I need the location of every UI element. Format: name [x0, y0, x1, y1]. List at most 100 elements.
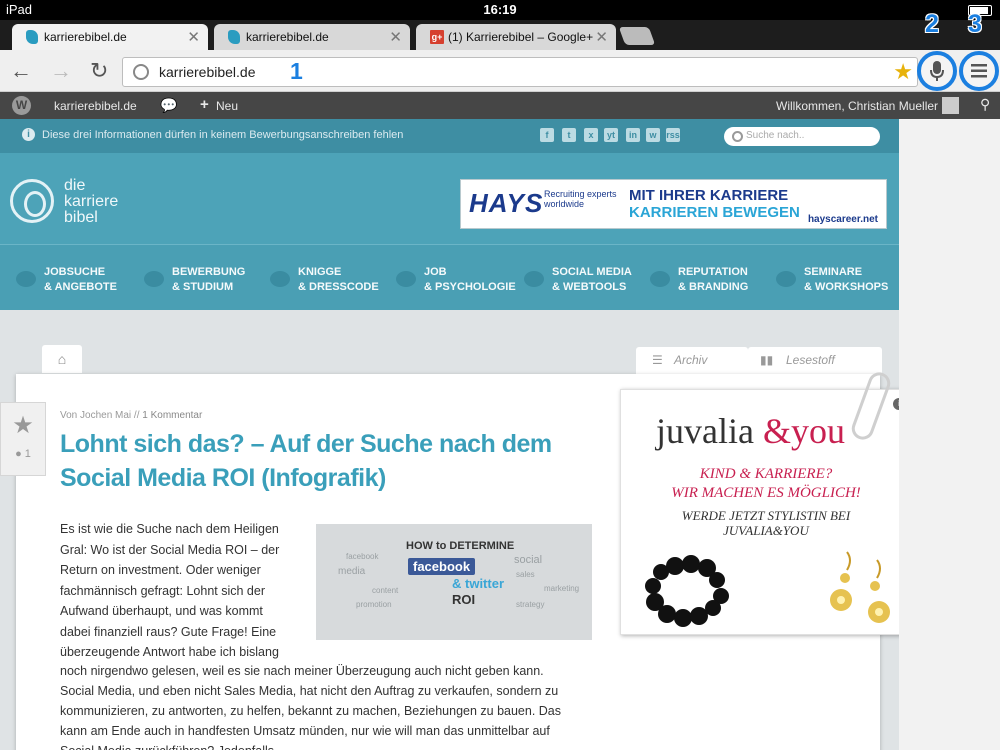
ad-brand: juvalia &you [656, 410, 845, 452]
nav-job[interactable]: JOB & PSYCHOLOGIE [392, 265, 516, 295]
menu-button[interactable] [959, 51, 999, 91]
xing-icon[interactable]: x [584, 128, 598, 142]
article-continued: noch nirgendwo gelesen, weil es sie nach… [60, 661, 590, 750]
nav-reputation[interactable]: REPUTATION & BRANDING [646, 265, 748, 295]
voice-search-button[interactable] [917, 51, 957, 91]
ad-brand-juvalia: juvalia [656, 411, 754, 451]
tab-label: (1) Karrierebibel – Google+ [448, 30, 594, 44]
microphone-icon [930, 61, 944, 81]
hays-logo: HAYS [469, 188, 544, 218]
wordcloud-word: sales [516, 570, 535, 579]
hat-icon [270, 271, 290, 287]
site-header: die karriere bibel HAYS Recruiting exper… [0, 153, 899, 244]
text-line: Gral: Wo ist der Social Media ROI – der [60, 542, 280, 557]
comments-link[interactable]: 1 Kommentar [142, 410, 202, 421]
favicon-icon [228, 30, 240, 44]
nav-label: KNIGGE [298, 266, 342, 278]
close-tab-icon[interactable]: ✕ [187, 28, 200, 46]
star-icon[interactable]: ★ [1, 411, 45, 440]
nav-label: SEMINARE [804, 266, 863, 278]
nav-jobsuche[interactable]: JOBSUCHE & ANGEBOTE [12, 265, 117, 295]
hays-line-1: MIT IHRER KARRIERE [629, 187, 789, 204]
bookmark-star-icon[interactable]: ★ [893, 59, 913, 85]
clock: 16:19 [483, 2, 517, 17]
tab-label: karrierebibel.de [44, 30, 127, 44]
text-line: Social Media, und eben nicht Sales Media… [60, 684, 559, 698]
site-logo-text[interactable]: die karriere bibel [64, 178, 118, 226]
facebook-icon[interactable]: f [540, 128, 554, 142]
logo-word-karriere: karriere [64, 193, 119, 210]
home-tab[interactable]: ⌂ [42, 345, 82, 373]
tab-karrierebibel-2[interactable]: karrierebibel.de ✕ [214, 24, 410, 50]
info-icon: i [22, 128, 35, 141]
comment-count[interactable]: ● 1 [1, 448, 45, 460]
text-line: kommunizieren, zu antworten, zu helfen, … [60, 704, 562, 718]
text-line: kann am Ende auch in handfesten Umsatz m… [60, 724, 550, 738]
infographic-thumbnail[interactable]: facebook social media sales marketing co… [316, 524, 592, 640]
tab-archiv[interactable]: ☰ Archiv [636, 347, 748, 374]
tab-label: karrierebibel.de [246, 30, 329, 44]
book-icon: ▮▮ [760, 353, 774, 367]
nav-sublabel: & DRESSCODE [298, 281, 379, 293]
adchoices-icon[interactable]: i [893, 398, 899, 410]
plus-icon[interactable]: + [200, 96, 209, 113]
comment-count-value: 1 [24, 448, 31, 460]
article-title[interactable]: Lohnt sich das? – Auf der Suche nach dem… [60, 427, 600, 495]
text-line: dabei finanziell raus? Gute Frage! Eine [60, 624, 277, 639]
tab-lesestoff[interactable]: ▮▮ Lesestoff [748, 347, 882, 374]
wordcloud-word: promotion [356, 600, 392, 609]
url-text[interactable]: karrierebibel.de [159, 64, 256, 80]
nav-label: SOCIAL MEDIA [552, 266, 632, 278]
google-plus-icon: g+ [430, 30, 444, 44]
close-tab-icon[interactable]: ✕ [389, 28, 402, 46]
avatar[interactable] [942, 97, 959, 114]
back-arrow-icon[interactable]: ← [10, 60, 32, 82]
infographic-facebook: facebook [408, 558, 476, 575]
forward-arrow-icon[interactable]: → [50, 60, 72, 82]
logo-icon[interactable] [10, 179, 54, 223]
wordpress-logo-icon[interactable]: W [12, 96, 31, 115]
twitter-icon[interactable]: t [562, 128, 576, 142]
wordcloud-word: social [514, 554, 543, 566]
youtube-icon[interactable]: yt [604, 128, 618, 142]
wordcloud-word: media [338, 566, 366, 577]
comments-icon[interactable]: 💬 [160, 97, 177, 114]
text-line: Es ist wie die Suche nach dem Heiligen [60, 522, 279, 536]
nav-label: JOB [424, 266, 447, 278]
reload-icon[interactable]: ↻ [90, 60, 108, 82]
nav-sublabel: & WORKSHOPS [804, 281, 889, 293]
site-search-input[interactable]: Suche nach.. [724, 127, 880, 146]
logo-word-die: die [64, 177, 86, 194]
linkedin-icon[interactable]: in [626, 128, 640, 142]
wordcloud-word: strategy [516, 600, 545, 609]
admin-new-link[interactable]: Neu [216, 99, 238, 113]
tab-karrierebibel-1[interactable]: karrierebibel.de ✕ [12, 24, 208, 50]
infographic-roi: ROI [452, 592, 476, 607]
nav-sublabel: & PSYCHOLOGIE [424, 281, 516, 293]
magnifier-icon [16, 271, 36, 287]
annotation-2: 2 [925, 10, 939, 38]
wordpress-icon[interactable]: w [646, 128, 660, 142]
nav-bewerbung[interactable]: BEWERBUNG & STUDIUM [140, 265, 245, 295]
hays-tagline: Recruiting experts worldwide [544, 189, 617, 209]
nav-seminare[interactable]: SEMINARE & WORKSHOPS [772, 265, 888, 295]
close-tab-icon[interactable]: ✕ [595, 28, 608, 46]
hays-banner-ad[interactable]: HAYS Recruiting experts worldwide MIT IHR… [460, 179, 887, 229]
rss-icon[interactable]: rss [666, 128, 680, 142]
notice-link[interactable]: Diese drei Informationen dürfen in keine… [42, 129, 403, 141]
tab-google-plus[interactable]: g+ (1) Karrierebibel – Google+ ✕ [416, 24, 616, 50]
admin-site-link[interactable]: karrierebibel.de [54, 99, 137, 113]
nav-knigge[interactable]: KNIGGE & DRESSCODE [266, 265, 379, 295]
nav-social-media[interactable]: SOCIAL MEDIA & WEBTOOLS [520, 265, 632, 295]
text-line: Aufwand überhaupt, und was kommt [60, 604, 263, 618]
welcome-text[interactable]: Willkommen, Christian Mueller [776, 99, 938, 113]
nav-sublabel: & STUDIUM [172, 281, 234, 293]
nav-label: REPUTATION [678, 266, 748, 278]
address-bar[interactable]: karrierebibel.de ★ [122, 57, 918, 87]
rating-widget[interactable]: ★ ● 1 [0, 402, 46, 476]
jewelry-image [645, 551, 890, 627]
graduation-cap-icon [144, 271, 164, 287]
home-icon: ⌂ [57, 351, 67, 367]
new-tab-button[interactable] [618, 27, 656, 45]
search-icon[interactable]: ⚲ [980, 96, 990, 113]
